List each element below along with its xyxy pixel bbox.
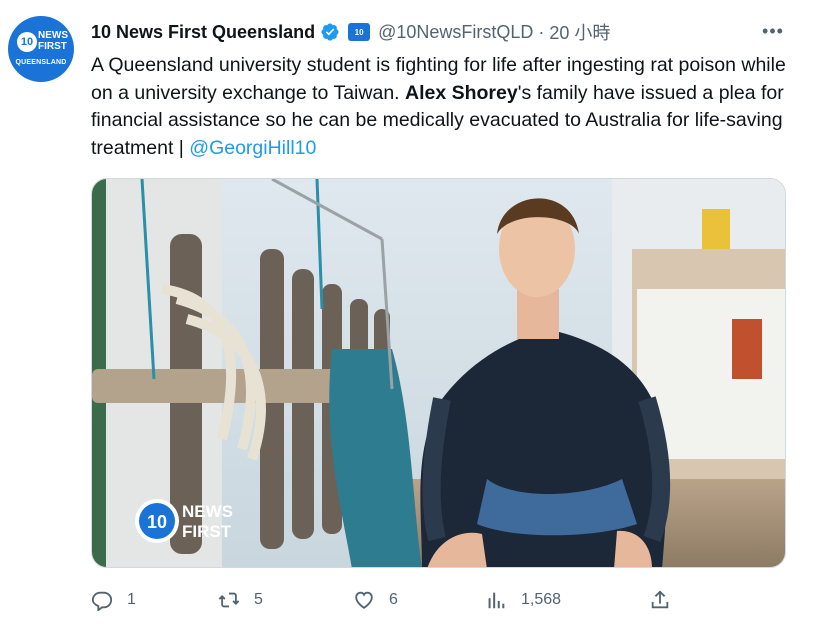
tweet-header: 10 News First Queensland 10 @10NewsFirst…: [91, 19, 610, 45]
watermark-number: 10: [147, 512, 167, 532]
tweet-actions: 1 5 6 1,568: [91, 585, 691, 615]
watermark-line1: NEWS: [182, 502, 233, 521]
heart-icon: [355, 591, 373, 609]
watermark-line2: FIRST: [182, 522, 232, 541]
retweet-icon: [218, 592, 240, 608]
avatar[interactable]: 10 NEWS FIRST QUEENSLAND: [8, 16, 74, 82]
like-count: 6: [389, 591, 398, 608]
retweet-button[interactable]: 5: [218, 585, 263, 615]
more-options-icon[interactable]: •••: [760, 20, 786, 42]
tweet-bold-name: Alex Shorey: [405, 81, 518, 104]
avatar-region: QUEENSLAND: [15, 59, 67, 66]
verified-badge-icon[interactable]: [320, 22, 340, 42]
reply-button[interactable]: 1: [91, 585, 136, 615]
account-handle[interactable]: @10NewsFirstQLD: [378, 22, 533, 43]
photo-of-student-on-boat: 10 NEWS FIRST: [92, 179, 785, 567]
views-chart-icon: [488, 592, 505, 609]
avatar-line2: FIRST: [38, 41, 67, 52]
account-name[interactable]: 10 News First Queensland: [91, 22, 315, 43]
share-icon: [651, 590, 669, 609]
avatar-logo-text: NEWS FIRST: [38, 30, 68, 52]
views-button[interactable]: 1,568: [485, 585, 561, 615]
avatar-line1: NEWS: [38, 30, 68, 41]
like-button[interactable]: 6: [353, 585, 398, 615]
tweet-media-image[interactable]: 10 NEWS FIRST: [91, 178, 786, 568]
avatar-logo-number: 10: [17, 32, 37, 52]
tweet[interactable]: 10 NEWS FIRST QUEENSLAND 10 News First Q…: [0, 0, 837, 637]
share-button[interactable]: [649, 585, 671, 615]
mention-link[interactable]: @GeorgiHill10: [189, 137, 316, 159]
reply-icon: [91, 591, 113, 611]
separator-dot: ·: [538, 21, 545, 42]
affiliate-badge-icon[interactable]: 10: [348, 23, 371, 41]
tweet-text: A Queensland university student is fight…: [91, 52, 791, 162]
tweet-timestamp[interactable]: 20 小時: [549, 19, 610, 45]
retweet-count: 5: [254, 591, 263, 608]
reply-count: 1: [127, 591, 136, 608]
views-count: 1,568: [521, 591, 562, 608]
